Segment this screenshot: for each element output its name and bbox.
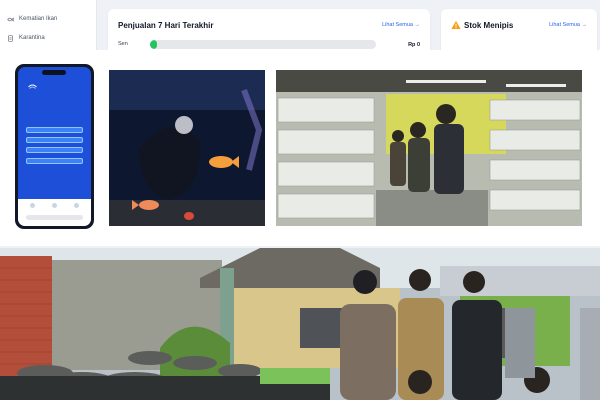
sales-bar-fill (150, 40, 157, 49)
day-label: Sen (118, 41, 128, 47)
phone-screen (18, 67, 91, 226)
dock-icon (74, 203, 79, 208)
sidebar-item-kematian-ikan[interactable]: Kematian Ikan (7, 12, 57, 26)
sales-bar-track (150, 40, 376, 49)
phone-menu-button (26, 127, 83, 133)
dock-icon (30, 203, 35, 208)
phone-menu-button (26, 147, 83, 153)
aquarium-photo (109, 70, 265, 226)
sidebar-item-label: Kematian Ikan (19, 16, 58, 22)
warning-icon (451, 20, 461, 30)
low-stock-view-all-link[interactable]: Lihat Semua → (549, 22, 587, 28)
phone-menu-button (26, 158, 83, 164)
sales-value: Rp 0 (408, 42, 420, 48)
photo-collage (0, 50, 600, 246)
phone-mockup (15, 64, 94, 229)
phone-notch (42, 70, 66, 75)
dock-icon (52, 203, 57, 208)
phone-menu-button (26, 137, 83, 143)
document-icon (7, 34, 14, 42)
dock-address-bar (26, 215, 83, 220)
sales-card-title: Penjualan 7 Hari Terakhir (118, 21, 214, 30)
fish-icon (7, 16, 14, 23)
sidebar-item-label: Karantina (19, 35, 45, 41)
low-stock-title: Stok Menipis (464, 21, 514, 30)
sidebar-item-karantina[interactable]: Karantina (7, 31, 45, 45)
sales-view-all-link[interactable]: Lihat Semua → (382, 22, 420, 28)
outdoor-team-photo (0, 248, 600, 400)
fish-store-photo (276, 70, 582, 226)
phone-dock (18, 199, 91, 226)
app-logo-icon (28, 83, 37, 89)
